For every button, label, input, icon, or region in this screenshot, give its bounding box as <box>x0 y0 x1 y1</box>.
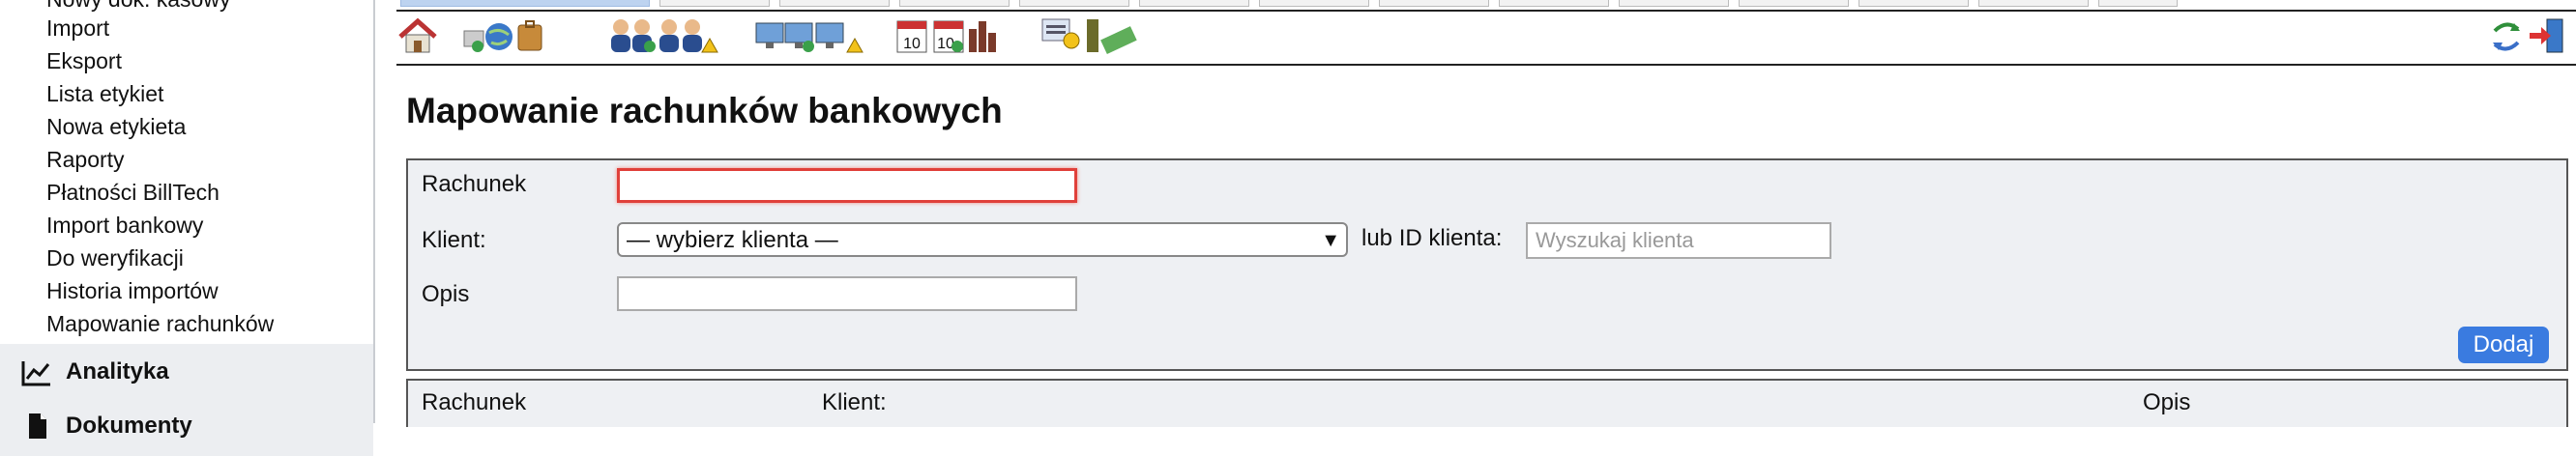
sidebar-item-nowy-dok-kasowy[interactable]: Nowy dok. kasowy <box>46 0 230 14</box>
client-label: Klient: <box>422 227 486 253</box>
sidebar-item-platnosci-billtech[interactable]: Płatności BillTech <box>46 178 220 207</box>
description-input[interactable] <box>617 276 1077 311</box>
top-tab[interactable] <box>1978 0 2089 7</box>
top-tab[interactable] <box>1859 0 1969 7</box>
computers-icon[interactable] <box>754 15 870 56</box>
top-tab-strip <box>396 0 2576 8</box>
sidebar-section-dokumenty[interactable]: Dokumenty <box>0 400 373 456</box>
users-icon[interactable] <box>607 15 723 56</box>
finance-money-icon[interactable] <box>1040 15 1156 56</box>
top-tab[interactable] <box>1379 0 1489 7</box>
sidebar: Nowy dok. kasowy Import Eksport Lista et… <box>0 0 375 456</box>
top-tab[interactable] <box>400 0 650 7</box>
line-chart-icon <box>21 361 50 386</box>
refresh-arrows-icon[interactable] <box>2489 15 2524 56</box>
top-tab[interactable] <box>899 0 1010 7</box>
sidebar-item-nowa-etykieta[interactable]: Nowa etykieta <box>46 112 186 141</box>
top-tab[interactable] <box>779 0 890 7</box>
top-tab[interactable] <box>659 0 770 7</box>
sidebar-item-lista-etykiet[interactable]: Lista etykiet <box>46 79 163 108</box>
sidebar-item-import[interactable]: Import <box>46 14 109 43</box>
mapping-form: Rachunek Klient: — wybierz klienta — ▼ l… <box>406 158 2568 371</box>
top-tab[interactable] <box>1259 0 1369 7</box>
logout-icon[interactable] <box>2528 15 2568 56</box>
top-tab[interactable] <box>1619 0 1729 7</box>
toolbar-bottom-rule <box>396 64 2576 66</box>
top-tab[interactable] <box>1739 0 1849 7</box>
sidebar-item-import-bankowy[interactable]: Import bankowy <box>46 211 203 240</box>
sidebar-item-raporty[interactable]: Raporty <box>46 145 125 174</box>
client-search-input[interactable] <box>1526 222 1831 259</box>
top-tab[interactable] <box>2098 0 2178 7</box>
network-globe-icon[interactable] <box>462 15 545 56</box>
sidebar-item-mapowanie-rachunkow[interactable]: Mapowanie rachunków <box>46 309 274 338</box>
account-label: Rachunek <box>422 171 527 197</box>
table-header: Rachunek Klient: Opis <box>406 379 2568 427</box>
svg-text:10: 10 <box>903 36 921 52</box>
column-header-client: Klient: <box>822 389 887 415</box>
client-select[interactable]: — wybierz klienta — ▼ <box>617 222 1348 257</box>
sidebar-item-historia-importow[interactable]: Historia importów <box>46 276 219 305</box>
calendar-icon[interactable]: 10 10 <box>895 15 1011 56</box>
account-input[interactable] <box>617 168 1077 203</box>
page-title: Mapowanie rachunków bankowych <box>406 91 1003 130</box>
column-header-account: Rachunek <box>422 389 527 415</box>
sidebar-section-analityka[interactable]: Analityka <box>0 344 373 400</box>
add-button[interactable]: Dodaj <box>2458 327 2549 363</box>
top-tab[interactable] <box>1139 0 1249 7</box>
home-icon[interactable] <box>396 15 439 56</box>
client-id-label: lub ID klienta: <box>1361 225 1503 251</box>
sidebar-item-do-weryfikacji[interactable]: Do weryfikacji <box>46 243 184 272</box>
sidebar-section-label: Dokumenty <box>66 413 192 439</box>
sidebar-section-label: Analityka <box>66 358 169 385</box>
column-header-description: Opis <box>2143 389 2191 415</box>
chevron-down-icon: ▼ <box>1321 230 1340 251</box>
description-label: Opis <box>422 281 470 307</box>
svg-text:10: 10 <box>937 36 954 52</box>
toolbar-top-rule <box>396 10 2576 12</box>
sidebar-item-eksport[interactable]: Eksport <box>46 46 122 75</box>
top-tab[interactable] <box>1499 0 1609 7</box>
top-tab[interactable] <box>1019 0 1129 7</box>
document-icon <box>29 413 46 439</box>
client-select-value: — wybierz klienta — <box>627 227 838 253</box>
